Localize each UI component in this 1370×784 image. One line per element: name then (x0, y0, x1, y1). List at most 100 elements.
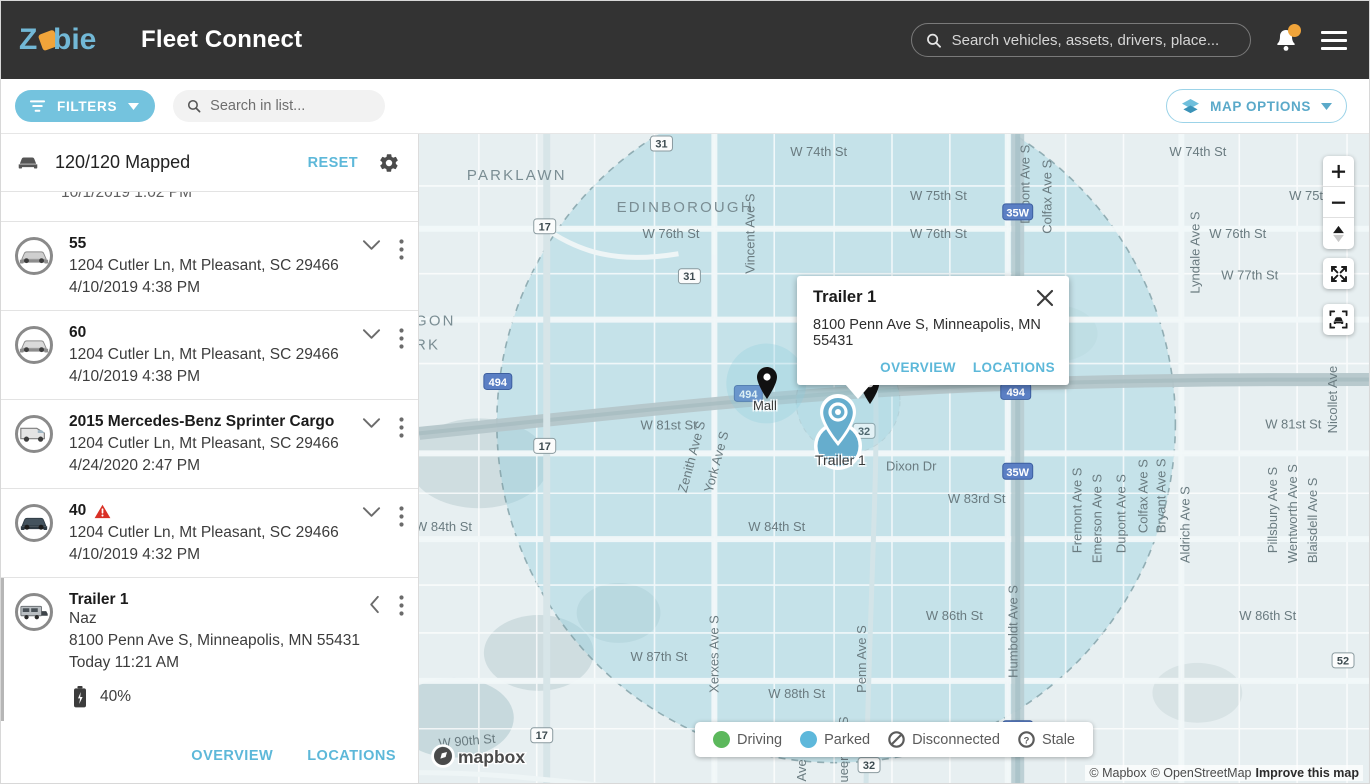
locations-link[interactable]: LOCATIONS (307, 748, 396, 764)
filters-button[interactable]: FILTERS (15, 90, 156, 122)
vehicle-list-scroll[interactable]: 10/1/2019 1:02 PM 55 1204 Cutler Ln, Mt … (1, 192, 418, 729)
list-item-text: Trailer 1 Naz 8100 Penn Ave S, Minneapol… (69, 591, 369, 708)
zubie-logo[interactable]: Z bie (19, 23, 119, 57)
app-title: Fleet Connect (141, 26, 303, 53)
chevron-down-icon (362, 507, 381, 517)
svg-text:17: 17 (536, 730, 548, 742)
layers-icon (1182, 98, 1200, 113)
fullscreen-button[interactable] (1323, 258, 1354, 289)
minus-icon (1331, 201, 1346, 204)
svg-text:W 84th St: W 84th St (419, 519, 472, 534)
notifications-button[interactable] (1273, 24, 1301, 54)
compass-button[interactable] (1323, 218, 1354, 249)
legend-item-stale: ? Stale (1018, 731, 1075, 748)
list-item-address: 1204 Cutler Ln, Mt Pleasant, SC 29466 (69, 346, 339, 363)
battery-icon (74, 686, 86, 708)
map-fit-vehicles-control (1323, 304, 1354, 335)
menu-button[interactable] (1321, 26, 1347, 55)
list-item-name: 2015 Mercedes-Benz Sprinter Cargo (69, 413, 362, 431)
reset-button[interactable]: RESET (308, 155, 358, 171)
expand-button[interactable] (362, 239, 381, 251)
map-popup-address: 8100 Penn Ave S, Minneapolis, MN 55431 (813, 317, 1041, 349)
gear-icon (380, 153, 398, 172)
disconnected-status-icon (888, 731, 905, 748)
list-item-actions (362, 324, 404, 386)
list-item[interactable]: 55 1204 Cutler Ln, Mt Pleasant, SC 29466… (1, 222, 418, 311)
list-search-input[interactable] (210, 98, 372, 114)
improve-map-link[interactable]: Improve this map (1256, 766, 1360, 780)
svg-text:Dixon Dr: Dixon Dr (886, 458, 937, 473)
list-item[interactable]: 60 1204 Cutler Ln, Mt Pleasant, SC 29466… (1, 311, 418, 400)
svg-text:494: 494 (1007, 387, 1026, 399)
map-canvas[interactable]: PARKLAWN EDINBOROUGH GON RK W 74th St W … (419, 134, 1369, 783)
fit-vehicles-button[interactable] (1323, 304, 1354, 335)
vehicle-photo-trailer-icon (20, 605, 48, 620)
list-item-address: 1204 Cutler Ln, Mt Pleasant, SC 29466 (69, 524, 339, 541)
more-options-button[interactable] (399, 239, 404, 260)
global-search[interactable] (911, 23, 1251, 57)
svg-text:W 74th St: W 74th St (1169, 144, 1226, 159)
fit-vehicles-icon (1329, 310, 1348, 329)
map-popup-close-button[interactable] (1035, 288, 1055, 308)
map-options-button[interactable]: MAP OPTIONS (1166, 89, 1347, 123)
hamburger-icon-bar (1321, 30, 1347, 34)
chevron-left-icon (370, 595, 379, 614)
svg-text:W 84th St: W 84th St (748, 519, 805, 534)
legend-item-parked: Parked (800, 731, 870, 748)
map-popup-title: Trailer 1 (813, 288, 877, 306)
map-marker-pin[interactable] (755, 366, 779, 400)
svg-text:Colfax Ave S: Colfax Ave S (1135, 459, 1150, 533)
list-item[interactable]: 2015 Mercedes-Benz Sprinter Cargo 1204 C… (1, 400, 418, 489)
global-search-input[interactable] (951, 31, 1236, 49)
collapse-button[interactable] (369, 595, 381, 614)
map-popup-locations-link[interactable]: LOCATIONS (973, 360, 1055, 375)
svg-text:W 76th St: W 76th St (1209, 226, 1266, 241)
list-item-name: 40 (69, 502, 362, 520)
more-options-button[interactable] (399, 417, 404, 438)
list-item-partial[interactable]: 10/1/2019 1:02 PM (1, 192, 418, 222)
list-item[interactable]: 40 1204 Cutler Ln, Mt Pleasant, SC 29466… (1, 489, 418, 578)
svg-text:Vincent Ave S: Vincent Ave S (742, 193, 757, 274)
map-popup: Trailer 1 8100 Penn Ave S, Minneapolis, … (797, 276, 1069, 399)
svg-text:W 74th St: W 74th St (790, 144, 847, 159)
svg-text:W 75th St: W 75th St (910, 188, 967, 203)
list-search[interactable] (173, 90, 386, 122)
chevron-down-icon (128, 102, 140, 110)
overview-link[interactable]: OVERVIEW (191, 748, 273, 764)
hamburger-icon-bar (1321, 38, 1347, 42)
list-settings-button[interactable] (378, 152, 400, 174)
map-fullscreen-control (1323, 258, 1354, 289)
mapbox-attribution[interactable]: © Mapbox (1089, 766, 1146, 780)
map-popup-tail (845, 384, 871, 399)
svg-text:Lyndale Ave S: Lyndale Ave S (1187, 211, 1202, 294)
expand-button[interactable] (362, 417, 381, 429)
legend-label: Parked (824, 731, 871, 748)
expand-button[interactable] (362, 328, 381, 340)
kebab-menu-icon (399, 506, 404, 527)
map-asset-label: Trailer 1 (815, 452, 866, 468)
svg-text:32: 32 (863, 760, 875, 772)
more-options-button[interactable] (399, 328, 404, 349)
map-popup-overview-link[interactable]: OVERVIEW (880, 360, 956, 375)
zoom-in-button[interactable] (1323, 156, 1354, 187)
more-options-button[interactable] (399, 595, 404, 616)
hamburger-icon-bar (1321, 46, 1347, 50)
kebab-menu-icon (399, 328, 404, 349)
zoom-out-button[interactable] (1323, 187, 1354, 218)
osm-attribution[interactable]: © OpenStreetMap (1151, 766, 1252, 780)
avatar (15, 504, 53, 542)
vehicle-photo-van-icon (20, 427, 45, 442)
expand-button[interactable] (362, 506, 381, 518)
more-options-button[interactable] (399, 506, 404, 527)
list-item-date: 4/10/2019 4:32 PM (69, 546, 200, 563)
svg-text:Pillsbury Ave S: Pillsbury Ave S (1265, 467, 1280, 554)
list-item-selected[interactable]: Trailer 1 Naz 8100 Penn Ave S, Minneapol… (1, 578, 418, 721)
kebab-menu-icon (399, 239, 404, 260)
svg-text:31: 31 (655, 138, 667, 150)
avatar (15, 593, 53, 631)
mapbox-logo[interactable]: mapbox mapbox (431, 744, 527, 773)
list-item-date: 4/10/2019 4:38 PM (69, 368, 200, 385)
search-icon (188, 99, 201, 113)
list-item-text: 55 1204 Cutler Ln, Mt Pleasant, SC 29466… (69, 235, 362, 297)
svg-text:Fremont Ave S: Fremont Ave S (1070, 467, 1085, 553)
